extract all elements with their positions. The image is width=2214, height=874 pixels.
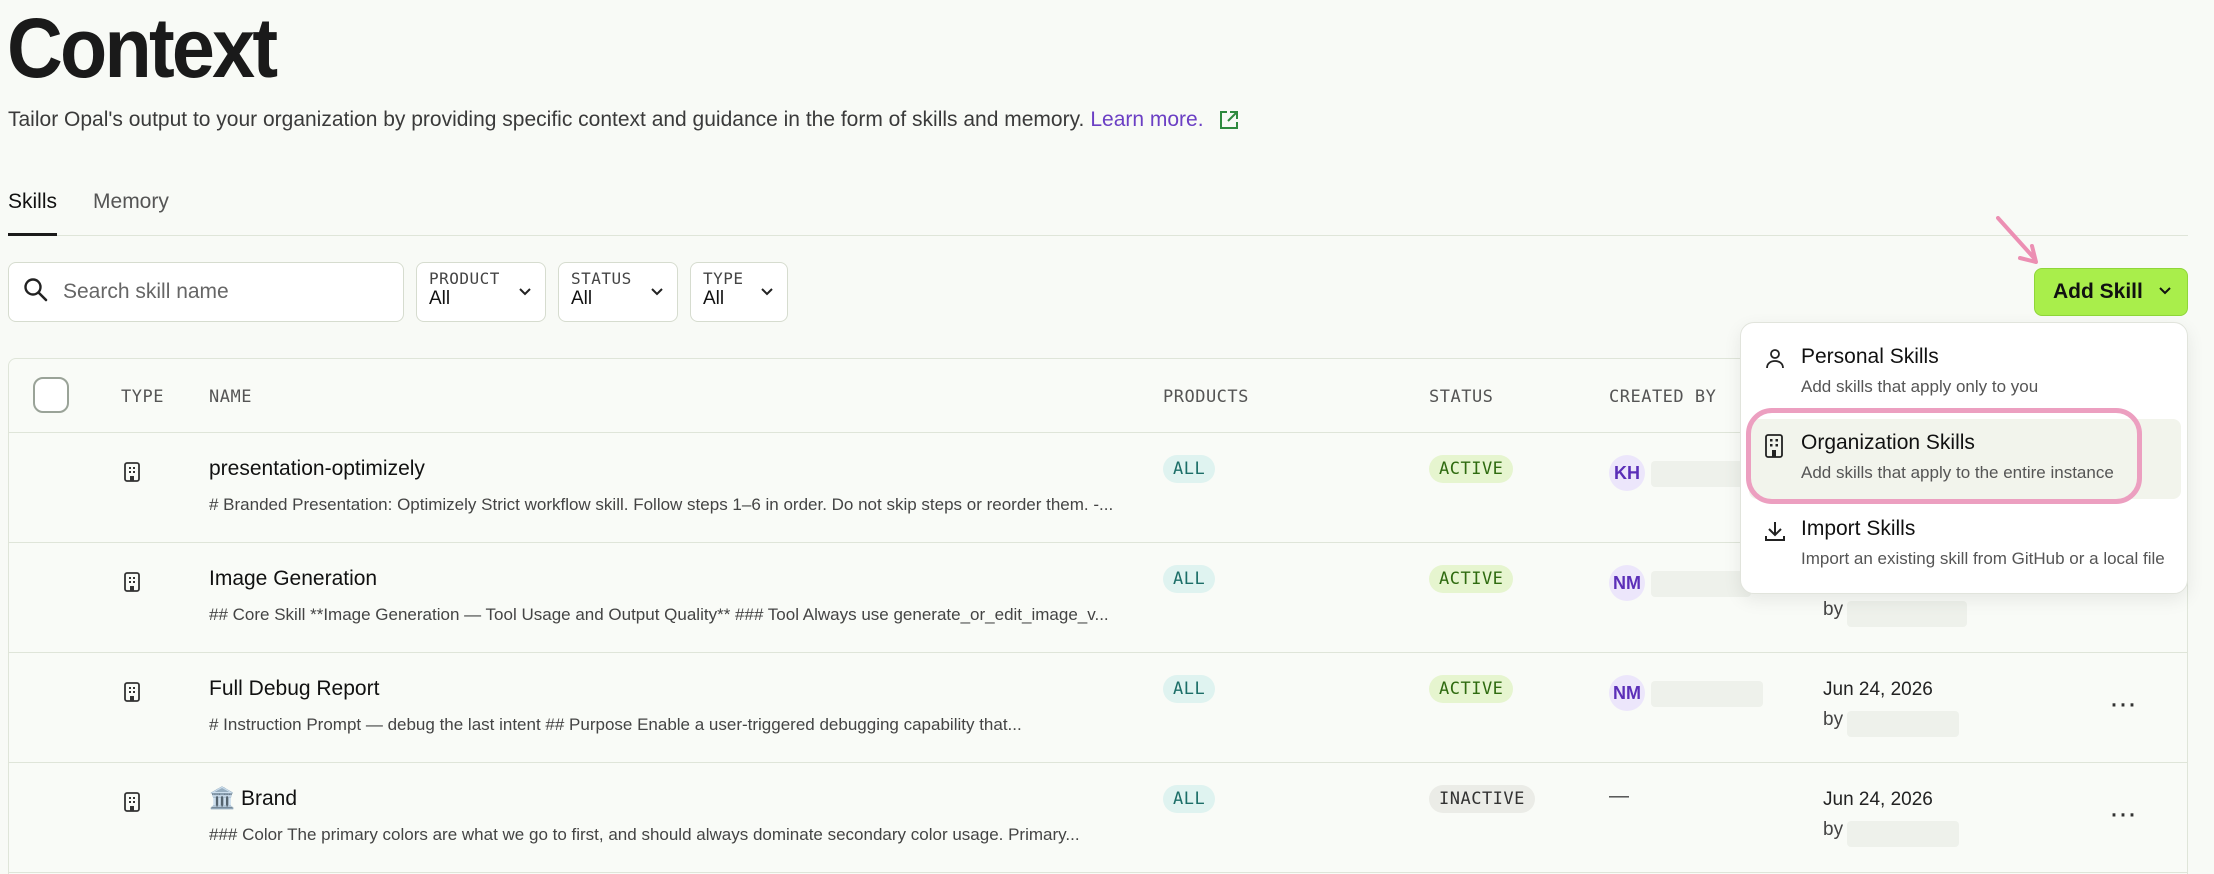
skill-description: ### Color The primary colors are what we… [209,825,1080,844]
building-icon [123,681,141,708]
skill-description: ## Core Skill **Image Generation — Tool … [209,605,1109,624]
avatar: NM [1609,675,1645,711]
created-by-label: by [1823,819,1844,840]
chevron-down-icon [759,283,775,304]
chevron-down-icon [649,283,665,304]
add-skill-button[interactable]: Add Skill [2034,268,2188,316]
table-row[interactable]: 🏛️ Brand ### Color The primary colors ar… [9,763,2187,873]
products-badge: ALL [1163,785,1216,813]
redacted-creator [1847,711,1959,737]
search-input[interactable] [63,280,383,304]
menu-item-title: Personal Skills [1801,345,1939,368]
more-options-icon[interactable]: ··· [2109,797,2137,831]
products-badge: ALL [1163,565,1216,593]
created-by-label: by [1823,709,1844,730]
building-icon [123,461,141,488]
redacted-creator [1847,601,1967,627]
external-link-icon[interactable] [1218,109,1240,131]
products-badge: ALL [1163,455,1216,483]
learn-more-link[interactable]: Learn more. [1090,108,1203,132]
search-box [8,262,404,322]
add-skill-label: Add Skill [2053,280,2143,303]
status-badge: INACTIVE [1429,785,1535,813]
more-options-icon[interactable]: ··· [2109,687,2137,721]
menu-item-import-skills[interactable]: Import Skills Import an existing skill f… [1749,505,2181,585]
skill-description: # Branded Presentation: Optimizely Stric… [209,495,1114,514]
menu-item-personal-skills[interactable]: Personal Skills Add skills that apply on… [1749,333,2181,413]
building-icon [123,791,141,818]
avatar: KH [1609,455,1645,491]
redacted-name [1651,681,1763,707]
menu-item-desc: Import an existing skill from GitHub or … [1801,549,2165,568]
search-icon [23,277,49,308]
created-by-label: by [1823,599,1844,620]
tab-memory[interactable]: Memory [93,188,169,236]
products-badge: ALL [1163,675,1216,703]
skill-name[interactable]: Image Generation [209,567,377,591]
created-date: Jun 24, 2026 [1823,679,1933,700]
tab-bar: Skills Memory [8,188,2188,236]
person-icon [1763,347,1787,376]
select-all-checkbox[interactable] [33,377,69,413]
type-filter[interactable]: TYPE All [690,262,788,322]
subtitle-text: Tailor Opal's output to your organizatio… [8,108,1085,131]
menu-item-organization-skills[interactable]: Organization Skills Add skills that appl… [1749,419,2181,499]
menu-item-title: Import Skills [1801,517,1916,540]
building-icon [1763,433,1785,464]
skill-name[interactable]: presentation-optimizely [209,457,425,481]
created-date: Jun 24, 2026 [1823,789,1933,810]
creator-empty: — [1609,785,1629,807]
add-skill-menu: Personal Skills Add skills that apply on… [1740,322,2188,594]
status-badge: ACTIVE [1429,675,1514,703]
table-row[interactable]: Full Debug Report # Instruction Prompt —… [9,653,2187,763]
chevron-down-icon [2157,280,2173,304]
avatar: NM [1609,565,1645,601]
download-icon [1763,519,1787,548]
redacted-name [1651,461,1751,487]
redacted-creator [1847,821,1959,847]
redacted-name [1651,571,1751,597]
header-products[interactable]: PRODUCTS [1163,387,1249,407]
menu-item-desc: Add skills that apply to the entire inst… [1801,463,2114,482]
page-title: Context [7,1,278,95]
building-icon [123,571,141,598]
header-name[interactable]: NAME [209,387,252,407]
header-created-by[interactable]: CREATED BY [1609,387,1716,407]
tab-skills[interactable]: Skills [8,188,58,236]
skill-description: # Instruction Prompt — debug the last in… [209,715,1022,734]
skill-name[interactable]: Full Debug Report [209,677,379,701]
skill-name[interactable]: 🏛️ Brand [209,787,297,811]
status-badge: ACTIVE [1429,455,1514,483]
product-filter[interactable]: PRODUCT All [416,262,546,322]
menu-item-desc: Add skills that apply only to you [1801,377,2039,396]
status-filter[interactable]: STATUS All [558,262,678,322]
header-status[interactable]: STATUS [1429,387,1493,407]
page-subtitle: Tailor Opal's output to your organizatio… [8,108,1240,132]
status-badge: ACTIVE [1429,565,1514,593]
chevron-down-icon [517,283,533,304]
header-type[interactable]: TYPE [121,387,164,407]
menu-item-title: Organization Skills [1801,431,1975,454]
pointer-arrow-icon [1996,216,2038,264]
